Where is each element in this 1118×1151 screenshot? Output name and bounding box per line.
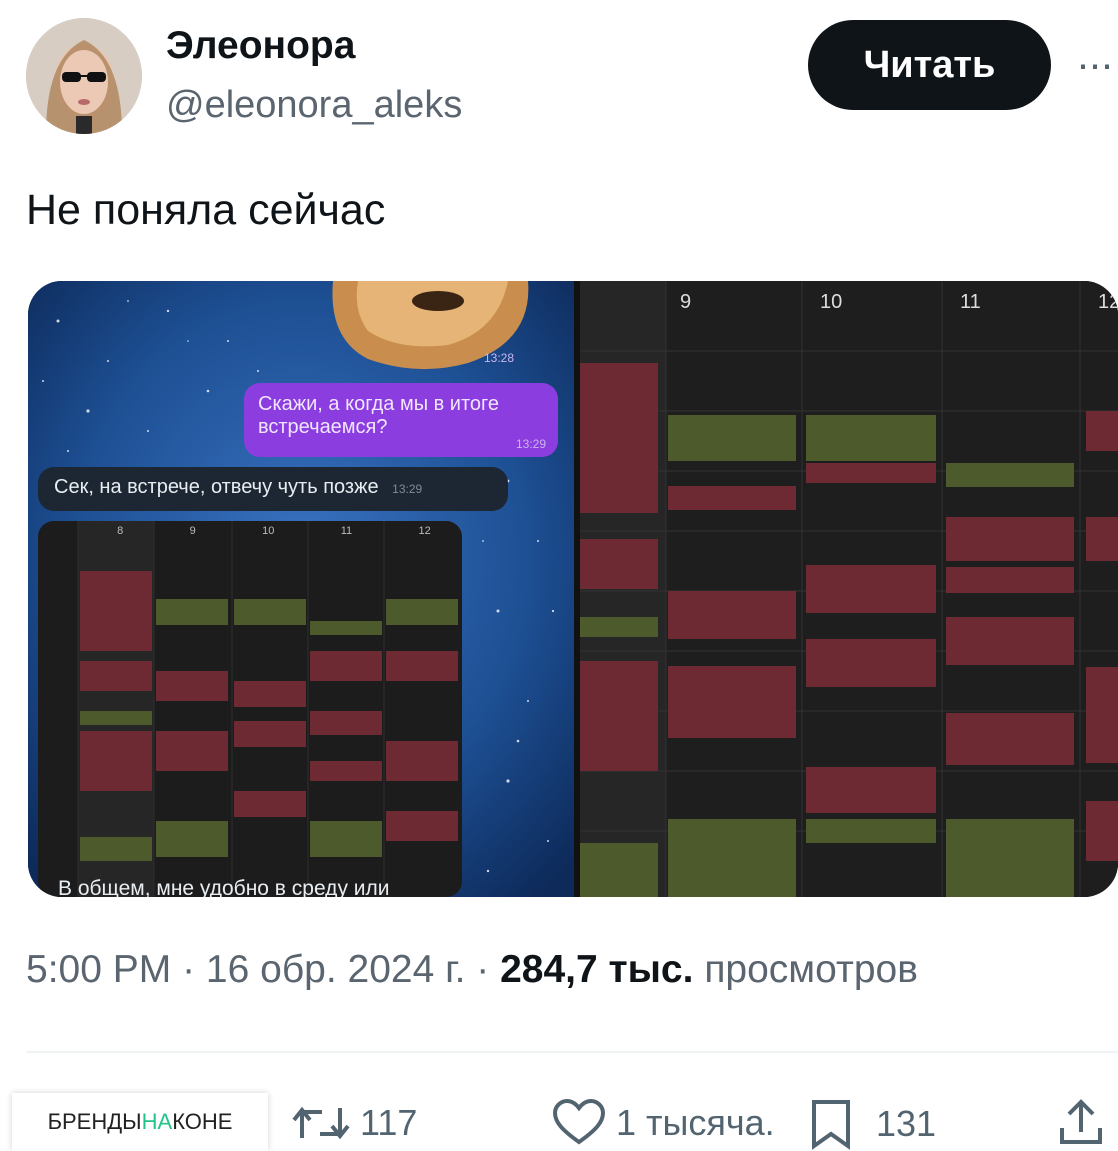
- calendar-day-label: 12: [1098, 291, 1118, 313]
- calendar-day-label: 10: [820, 291, 843, 313]
- share-button[interactable]: [1058, 1098, 1114, 1148]
- post-media[interactable]: 13:28 Скажи, а когда мы в итоге встречае…: [28, 281, 1118, 897]
- like-count: 1 тысяча.: [616, 1102, 775, 1143]
- divider: [26, 1051, 1118, 1053]
- retweet-button[interactable]: 117: [292, 1098, 417, 1148]
- outgoing-message-time: 13:29: [515, 437, 546, 451]
- post-text: Не поняла сейчас: [26, 186, 386, 234]
- incoming-message-time: 13:29: [392, 482, 423, 496]
- post-time[interactable]: 5:00 PM: [26, 948, 171, 991]
- outgoing-message[interactable]: Скажи, а когда мы в итоге встречаемся? 1…: [244, 383, 558, 457]
- mini-day-label: 9: [189, 525, 196, 537]
- calendar-day-label: 9: [680, 291, 692, 313]
- retweet-count: 117: [360, 1102, 418, 1143]
- bookmark-button[interactable]: 131: [808, 1098, 936, 1150]
- views-count: 284,7 тыс.: [500, 948, 694, 991]
- mini-day-label: 10: [262, 525, 275, 537]
- more-options-icon[interactable]: ···: [1076, 40, 1114, 88]
- cut-off-message: В общем, мне удобно в среду или: [58, 877, 390, 897]
- brand-watermark: БРЕНДЫ НА КОНЕ: [12, 1093, 268, 1151]
- brand-part-highlight: НА: [141, 1109, 173, 1134]
- post-date[interactable]: 16 обр. 2024 г.: [206, 948, 466, 991]
- bookmark-icon: [812, 1100, 850, 1150]
- mini-calendar-grid: [38, 521, 462, 897]
- heart-icon: [552, 1098, 606, 1145]
- brand-part: БРЕНДЫ: [47, 1109, 142, 1134]
- outgoing-message-text: Скажи, а когда мы в итоге встречаемся?: [258, 393, 500, 438]
- follow-button[interactable]: Читать: [808, 20, 1051, 110]
- mini-day-label: 12: [418, 525, 431, 537]
- sticker-time: 13:28: [484, 351, 515, 365]
- mini-day-label: 11: [340, 525, 353, 537]
- post-meta: 5:00 PM · 16 обр. 2024 г. · 284,7 тыс. п…: [26, 948, 918, 991]
- calendar-day-label: 11: [960, 291, 981, 313]
- brand-part: КОНЕ: [172, 1109, 233, 1134]
- chat-screenshot[interactable]: 13:28 Скажи, а когда мы в итоге встречае…: [28, 281, 574, 897]
- avatar-photo: [26, 18, 142, 134]
- calendar-image-message[interactable]: 8 9 10 11 12: [38, 521, 462, 897]
- author-handle[interactable]: @eleonora_aleks: [166, 84, 462, 127]
- author-name[interactable]: Элеонора: [166, 24, 355, 68]
- calendar-grid: [580, 281, 1118, 897]
- avatar[interactable]: [26, 18, 142, 134]
- calendar-screenshot[interactable]: 9 10 11 12: [580, 281, 1118, 897]
- mini-day-label: 8: [117, 525, 124, 537]
- mini-calendar-days: 8 9 10 11 12: [84, 525, 462, 537]
- like-button[interactable]: 1 тысяча.: [552, 1098, 775, 1148]
- share-icon: [1060, 1099, 1102, 1144]
- incoming-message[interactable]: Сек, на встрече, отвечу чуть позже 13:29: [38, 467, 508, 511]
- views-label: просмотров: [704, 948, 918, 991]
- incoming-message-text: Сек, на встрече, отвечу чуть позже: [54, 476, 379, 498]
- bookmark-count: 131: [876, 1103, 937, 1144]
- retweet-icon: [292, 1106, 350, 1140]
